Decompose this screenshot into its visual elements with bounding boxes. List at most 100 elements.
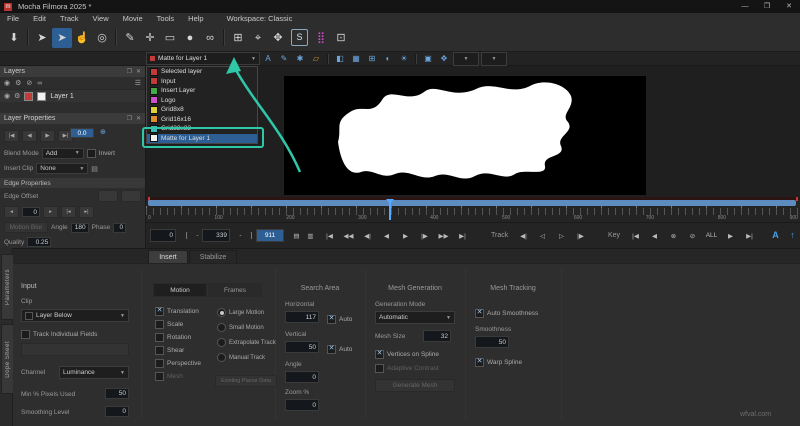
quality-field[interactable]: 0.25 xyxy=(27,237,52,247)
offset-decrement-button[interactable]: ◂ xyxy=(4,206,19,218)
keyframe-button[interactable]: ▶| xyxy=(742,229,757,242)
timeline-view-b-button[interactable]: ▥ xyxy=(303,229,318,242)
toolbar-divider[interactable] xyxy=(223,29,225,46)
view-scale-select[interactable]: ▼ xyxy=(481,51,507,66)
keyframe-button[interactable]: ALL xyxy=(704,229,719,242)
matte-view-selector[interactable]: Matte for Layer 1 ▼ xyxy=(146,52,260,65)
matte-dropdown-item[interactable]: Insert Layer xyxy=(147,86,257,96)
smoothness-field[interactable]: 50 xyxy=(475,336,509,348)
viewbar-divider[interactable] xyxy=(415,53,417,64)
keyframe-button[interactable]: |◀ xyxy=(628,229,643,242)
playhead[interactable] xyxy=(386,199,394,220)
insert-clip-select[interactable]: None ▼ xyxy=(36,163,89,174)
gear-icon[interactable]: ⚙ xyxy=(15,79,21,87)
blend-mode-select[interactable]: Add ▼ xyxy=(41,147,84,159)
channel-select[interactable]: Luminance ▼ xyxy=(59,366,129,379)
offset-extra-button-a[interactable]: |◂ xyxy=(61,206,76,218)
menu-item[interactable]: Tools xyxy=(150,14,182,23)
vertices-on-spline-checkbox[interactable]: Vertices on Spline xyxy=(375,348,439,360)
dock-icon[interactable]: ❐ xyxy=(127,68,132,75)
timeline-view-a-button[interactable]: ▤ xyxy=(289,229,304,242)
gear-icon[interactable]: ⚙ xyxy=(14,92,20,100)
out-point-field[interactable]: 0.0 xyxy=(70,128,94,138)
clip-select[interactable]: Layer Below ▼ xyxy=(21,309,129,322)
motion-radio[interactable]: Manual Track xyxy=(217,350,276,365)
out-frame-field[interactable]: 911 xyxy=(256,229,284,242)
add-point-icon[interactable]: ✛ xyxy=(140,28,160,48)
playback-button[interactable]: |◀ xyxy=(322,229,337,242)
mesh-grid-icon[interactable]: ⣿ xyxy=(311,28,331,48)
layer-row[interactable]: ◉ ⚙ Layer 1 xyxy=(0,90,145,102)
select-alt-tool-icon[interactable]: ➤ xyxy=(52,27,72,48)
save-icon[interactable]: ⬇ xyxy=(4,28,24,48)
track-fields-checkbox[interactable]: Track Individual Fields xyxy=(21,328,97,340)
matte-dropdown-item[interactable]: Selected layer xyxy=(147,67,257,77)
keyframe-button[interactable]: ⊗ xyxy=(666,229,681,242)
track-step-button[interactable]: ◀| xyxy=(516,229,531,242)
crosshair-icon[interactable]: ⌖ xyxy=(248,28,268,48)
motion-blur-button[interactable]: Motion Blur xyxy=(4,222,48,233)
viewbar-divider[interactable] xyxy=(327,53,329,64)
motion-checkbox[interactable]: Perspective xyxy=(155,357,201,370)
zoom-field[interactable]: 0 xyxy=(285,399,319,411)
adaptive-contrast-checkbox[interactable]: Adaptive Contrast xyxy=(375,362,439,374)
tab-insert[interactable]: Insert xyxy=(148,250,188,263)
generate-mesh-button[interactable]: Generate Mesh xyxy=(375,379,455,392)
existing-planar-data-button[interactable]: Existing Planar Data xyxy=(215,375,277,387)
motion-checkbox[interactable]: Translation xyxy=(155,305,201,318)
search-angle-field[interactable]: 0 xyxy=(285,371,319,383)
brightness-view-icon[interactable]: ☀ xyxy=(397,53,411,65)
hamburger-menu-icon[interactable]: ☰ xyxy=(135,79,141,87)
invert-checkbox[interactable]: Invert xyxy=(86,147,115,159)
offset-increment-button[interactable]: ▸ xyxy=(43,206,58,218)
spline-overlay-icon[interactable]: ✎ xyxy=(277,53,291,65)
offset-extra-button-b[interactable]: ▸| xyxy=(79,206,94,218)
playback-button[interactable]: ▶ xyxy=(398,229,413,242)
layer-outline-swatch[interactable] xyxy=(24,91,34,101)
keyframe-button[interactable]: ⊘ xyxy=(685,229,700,242)
motion-mode-button[interactable]: Motion xyxy=(153,283,207,297)
edge-offset-field[interactable]: 0 xyxy=(22,207,40,217)
menu-item[interactable]: View xyxy=(86,14,116,23)
ellipse-tool-icon[interactable]: ● xyxy=(180,28,200,48)
menu-item[interactable]: Edit xyxy=(26,14,53,23)
inout-nav-button[interactable]: |◀ xyxy=(4,130,19,142)
clip-menu-icon[interactable]: ▤ xyxy=(91,165,98,173)
expand-tool-icon[interactable]: ✥ xyxy=(268,28,288,48)
generation-mode-select[interactable]: Automatic ▼ xyxy=(375,311,455,324)
playback-button[interactable]: ◀| xyxy=(360,229,375,242)
motion-checkbox[interactable]: Mesh xyxy=(155,370,201,383)
smoothing-field[interactable]: 0 xyxy=(105,406,129,417)
keyframe-button[interactable]: ▶ xyxy=(723,229,738,242)
out-marker[interactable] xyxy=(796,197,798,201)
matte-dropdown-item[interactable]: Input xyxy=(147,77,257,87)
track-step-button[interactable]: ◁ xyxy=(535,229,550,242)
menu-item[interactable]: Help xyxy=(181,14,210,23)
phase-field[interactable]: 0 xyxy=(113,222,127,233)
eye-icon[interactable]: ◉ xyxy=(4,79,10,87)
select-tool-icon[interactable]: ➤ xyxy=(32,28,52,48)
viewer-canvas[interactable] xyxy=(284,76,646,195)
keyframe-button[interactable]: ◀ xyxy=(647,229,662,242)
playback-button[interactable]: |▶ xyxy=(417,229,432,242)
matte-dropdown-item[interactable]: Matte for Layer 1 xyxy=(147,133,257,143)
text-overlay-icon[interactable]: A xyxy=(261,53,275,65)
matte-dropdown-item[interactable]: Grid8x8 xyxy=(147,105,257,115)
transform-grid-icon[interactable]: ⊞ xyxy=(228,28,248,48)
color-sample-icon[interactable]: ▣ xyxy=(421,53,435,65)
grid-view-icon[interactable]: ⊞ xyxy=(365,53,379,65)
horizontal-field[interactable]: 117 xyxy=(285,311,319,323)
motion-checkbox[interactable]: Rotation xyxy=(155,331,201,344)
matte-dropdown-item[interactable]: Grid32x32 xyxy=(147,124,257,134)
pan-tool-icon[interactable]: ☝ xyxy=(72,28,92,48)
auto-smoothness-checkbox[interactable]: Auto Smoothness xyxy=(475,307,538,319)
motion-checkbox[interactable]: Shear xyxy=(155,344,201,357)
link-track-icon[interactable]: ⊕ xyxy=(100,128,106,136)
matte-view-icon[interactable]: ◧ xyxy=(333,53,347,65)
matte-dropdown-item[interactable]: Grid16x16 xyxy=(147,115,257,125)
spline-pen-icon[interactable]: ✎ xyxy=(120,28,140,48)
mesh-size-field[interactable]: 32 xyxy=(423,330,451,342)
overlay-view-icon[interactable]: ▦ xyxy=(349,53,363,65)
autokey-button[interactable]: A xyxy=(768,228,783,241)
rect-tool-icon[interactable]: ▭ xyxy=(160,28,180,48)
